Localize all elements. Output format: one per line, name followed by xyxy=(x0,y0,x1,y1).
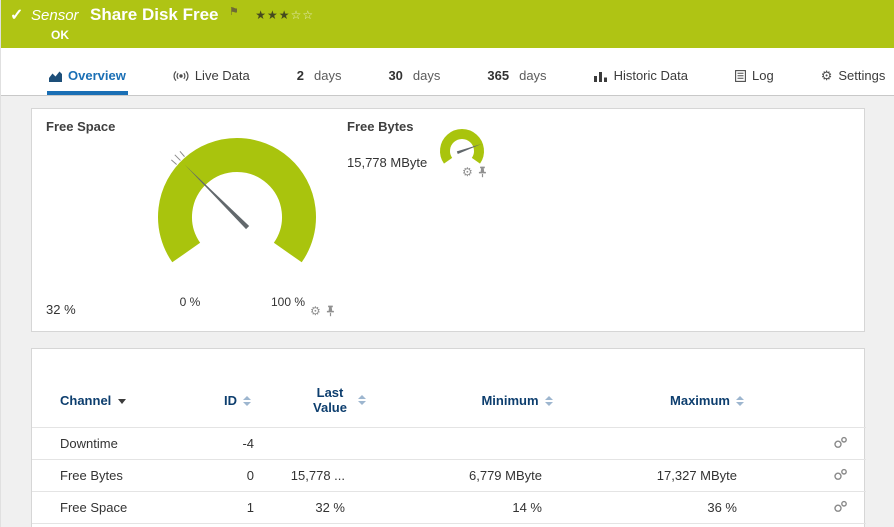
free-space-gauge-title: Free Space xyxy=(46,119,115,134)
channel-settings-icon[interactable] xyxy=(833,436,848,449)
live-data-icon xyxy=(173,70,189,82)
free-bytes-widget-tools: ⚙ xyxy=(462,166,487,178)
tab-label: Settings xyxy=(838,68,885,83)
free-space-gauge xyxy=(142,125,332,303)
tab-log[interactable]: Log xyxy=(733,60,776,95)
tab-label: Overview xyxy=(68,68,126,83)
stars-empty[interactable]: ☆☆ xyxy=(291,8,315,22)
tab-2-days[interactable]: 2 days xyxy=(295,60,344,95)
table-row-free-space: Free Space 1 32 % 14 % 36 % xyxy=(32,492,866,524)
status-check-icon: ✓ xyxy=(10,5,23,25)
sort-icon[interactable] xyxy=(736,396,744,406)
table-row-downtime: Downtime -4 xyxy=(32,428,866,460)
gauges-panel: Free Space 0 % 100 % 32 % ⚙ Free Bytes 1… xyxy=(31,108,865,332)
tab-label-number: 30 xyxy=(388,68,402,83)
tab-label: Live Data xyxy=(195,68,250,83)
channel-id: -4 xyxy=(212,428,257,460)
channel-last-value: 15,778 ... xyxy=(257,460,417,492)
table-row-free-bytes: Free Bytes 0 15,778 ... 6,779 MByte 17,3… xyxy=(32,460,866,492)
column-header-maximum[interactable]: Maximum xyxy=(617,377,797,428)
flag-icon[interactable]: ⚑ xyxy=(229,6,239,18)
sensor-header: ✓ Sensor Share Disk Free ⚑ ★★★☆☆ OK xyxy=(1,0,894,48)
table-header-row: Channel ID Last Value Minimum Maximum xyxy=(32,377,866,428)
status-badge: OK xyxy=(51,28,69,42)
free-bytes-gauge-title: Free Bytes xyxy=(347,119,413,134)
page-title: Share Disk Free xyxy=(90,5,219,24)
column-label: Minimum xyxy=(481,393,538,408)
stars-filled[interactable]: ★★★ xyxy=(255,8,290,22)
channel-last-value: 32 % xyxy=(257,492,417,524)
sort-desc-icon[interactable] xyxy=(118,399,126,404)
channel-maximum: 36 % xyxy=(617,492,797,524)
log-icon xyxy=(735,70,746,82)
gauge-scale-min: 0 % xyxy=(170,295,210,309)
column-header-last-value[interactable]: Last Value xyxy=(257,377,417,428)
channel-maximum xyxy=(617,428,797,460)
channel-minimum: 14 % xyxy=(417,492,617,524)
tab-label: Historic Data xyxy=(614,68,688,83)
column-label: ID xyxy=(224,393,237,408)
channel-last-value xyxy=(257,428,417,460)
tab-bar: Overview Live Data 2days 30days 365days … xyxy=(1,60,894,96)
channel-name: Free Bytes xyxy=(32,460,212,492)
channel-name: Free Space xyxy=(32,492,212,524)
column-header-channel[interactable]: Channel xyxy=(32,377,212,428)
channel-maximum: 17,327 MByte xyxy=(617,460,797,492)
channel-id: 0 xyxy=(212,460,257,492)
channel-minimum xyxy=(417,428,617,460)
sort-icon[interactable] xyxy=(243,396,251,406)
sort-icon[interactable] xyxy=(545,396,553,406)
gear-icon[interactable]: ⚙ xyxy=(310,305,321,317)
free-bytes-value: 15,778 MByte xyxy=(347,155,427,170)
content-area: Free Space 0 % 100 % 32 % ⚙ Free Bytes 1… xyxy=(1,96,894,527)
free-space-widget-tools: ⚙ xyxy=(310,305,335,317)
tab-label-number: 2 xyxy=(297,68,304,83)
gauge-scale-max: 100 % xyxy=(258,295,318,309)
priority-rating[interactable]: ★★★☆☆ xyxy=(255,8,314,22)
tab-settings[interactable]: ⚙ Settings xyxy=(819,60,888,95)
tab-historic-data[interactable]: Historic Data xyxy=(592,60,690,95)
channel-id: 1 xyxy=(212,492,257,524)
column-header-id[interactable]: ID xyxy=(212,377,257,428)
tab-live-data[interactable]: Live Data xyxy=(171,60,252,95)
channel-minimum: 6,779 MByte xyxy=(417,460,617,492)
column-header-minimum[interactable]: Minimum xyxy=(417,377,617,428)
pin-icon[interactable] xyxy=(326,305,335,317)
tab-label: days xyxy=(314,68,341,83)
gear-icon[interactable]: ⚙ xyxy=(462,166,473,178)
channel-table-panel: Channel ID Last Value Minimum Maximum Do… xyxy=(31,348,865,527)
channel-name: Downtime xyxy=(32,428,212,460)
channel-settings-icon[interactable] xyxy=(833,468,848,481)
sensor-titleline: Sensor Share Disk Free ⚑ ★★★☆☆ xyxy=(31,5,314,25)
column-label: Channel xyxy=(60,393,111,408)
historic-data-icon xyxy=(594,70,608,82)
free-space-value: 32 % xyxy=(46,302,76,317)
tab-label: days xyxy=(519,68,546,83)
tab-label-number: 365 xyxy=(487,68,509,83)
object-kind-label: Sensor xyxy=(31,7,79,24)
column-label: Maximum xyxy=(670,393,730,408)
overview-icon xyxy=(49,70,62,82)
tab-30-days[interactable]: 30 days xyxy=(386,60,442,95)
pin-icon[interactable] xyxy=(478,166,487,178)
column-header-tools xyxy=(797,377,866,428)
prtg-sensor-page: ✓ Sensor Share Disk Free ⚑ ★★★☆☆ OK Over… xyxy=(0,0,894,527)
tab-label: Log xyxy=(752,68,774,83)
tab-overview[interactable]: Overview xyxy=(47,60,128,95)
channel-settings-icon[interactable] xyxy=(833,500,848,513)
tab-365-days[interactable]: 365 days xyxy=(485,60,548,95)
sort-icon[interactable] xyxy=(358,395,366,405)
channel-table: Channel ID Last Value Minimum Maximum Do… xyxy=(32,377,866,524)
column-label: Last Value xyxy=(308,385,352,415)
settings-gear-icon: ⚙ xyxy=(821,69,833,82)
tab-label: days xyxy=(413,68,440,83)
